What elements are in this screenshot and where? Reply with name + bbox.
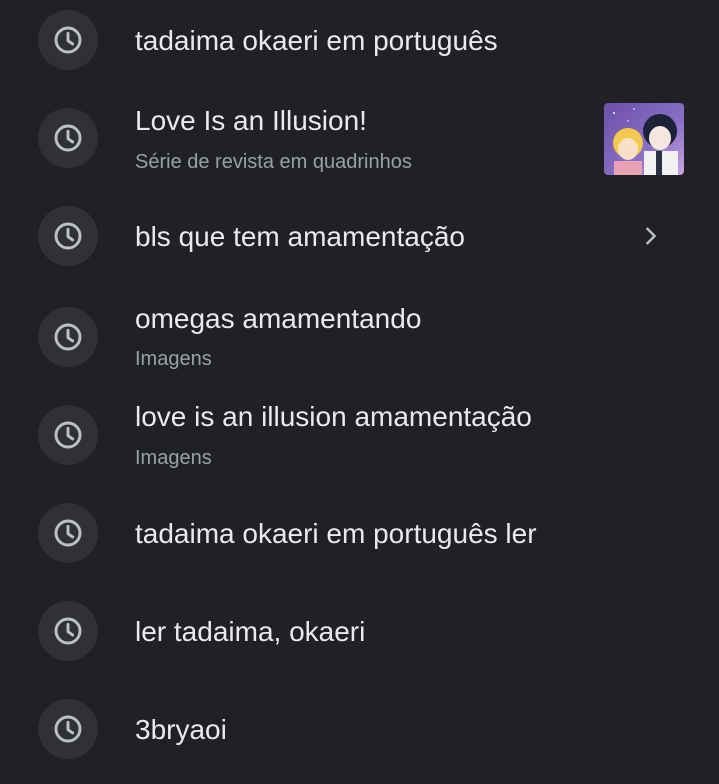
chevron-right-icon[interactable] xyxy=(640,225,662,247)
history-suggestion-row[interactable]: bls que tem amamentação xyxy=(0,187,719,285)
history-clock-icon xyxy=(38,108,98,168)
suggestion-title: 3bryaoi xyxy=(135,714,227,745)
history-clock-icon xyxy=(38,307,98,367)
history-clock-icon xyxy=(38,405,98,465)
history-clock-icon xyxy=(38,206,98,266)
history-clock-icon xyxy=(38,503,98,563)
history-clock-icon xyxy=(38,10,98,70)
history-suggestion-row[interactable]: tadaima okaeri em português xyxy=(0,0,719,89)
history-clock-icon xyxy=(38,601,98,661)
history-suggestion-row[interactable]: omegas amamentando Imagens xyxy=(0,285,719,383)
suggestion-subtitle: Imagens xyxy=(135,348,212,370)
suggestion-title: Love Is an Illusion! xyxy=(135,105,367,136)
suggestion-subtitle: Série de revista em quadrinhos xyxy=(135,151,412,173)
history-suggestion-row[interactable]: ler tadaima, okaeri xyxy=(0,583,719,681)
history-suggestion-row[interactable]: tadaima okaeri em português ler xyxy=(0,485,719,583)
manga-cover-thumbnail xyxy=(604,103,684,175)
suggestion-title: bls que tem amamentação xyxy=(135,221,465,252)
suggestion-title: tadaima okaeri em português xyxy=(135,25,498,56)
history-suggestion-row[interactable]: love is an illusion amamentação Imagens xyxy=(0,383,719,481)
suggestion-title: omegas amamentando xyxy=(135,303,422,334)
suggestion-title: ler tadaima, okaeri xyxy=(135,616,366,647)
suggestion-title: love is an illusion amamentação xyxy=(135,401,532,432)
suggestion-subtitle: Imagens xyxy=(135,447,212,469)
history-suggestion-row[interactable]: 3bryaoi xyxy=(0,681,719,779)
suggestion-title: tadaima okaeri em português ler xyxy=(135,518,537,549)
history-suggestion-row[interactable]: Love Is an Illusion! Série de revista em… xyxy=(0,89,719,187)
search-history-list: tadaima okaeri em português Love Is an I… xyxy=(0,0,719,784)
history-clock-icon xyxy=(38,699,98,759)
